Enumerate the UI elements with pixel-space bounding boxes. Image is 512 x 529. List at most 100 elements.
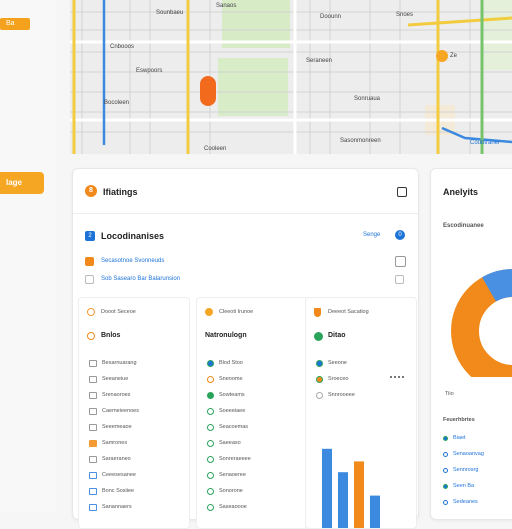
list-item[interactable]: Sowteams xyxy=(207,390,245,400)
column-card: Cleeoti Irunoe Natronulogn Blod Stoo Sne… xyxy=(196,297,308,529)
column-title: Ditao xyxy=(328,332,346,339)
bar-chart xyxy=(322,448,380,528)
map-label: Sonruaua xyxy=(354,96,381,102)
column-title-icon xyxy=(314,332,323,341)
list-item[interactable]: Sonreraeeee xyxy=(207,454,251,464)
checkbox[interactable] xyxy=(85,257,94,266)
status-dot-icon xyxy=(316,359,323,367)
status-dot-icon xyxy=(207,391,214,399)
legend-icon xyxy=(443,435,448,441)
status-dot-icon xyxy=(316,391,323,399)
legend-label: Biaet xyxy=(453,435,466,441)
list-item[interactable]: Ceeesesanee xyxy=(89,470,136,480)
rail-active-item[interactable]: Iage xyxy=(0,172,44,194)
list-item-label: Soeeeiaee xyxy=(219,408,246,414)
list-item[interactable]: Saseaoooe xyxy=(207,502,247,512)
list-item-label: Seeaneiue xyxy=(102,376,129,382)
list-item[interactable]: Snnrooeee xyxy=(316,390,355,400)
map-canvas xyxy=(70,0,512,154)
list-item[interactable]: Seeone xyxy=(316,358,347,368)
legend-item[interactable]: Sedeanes xyxy=(443,497,478,507)
list-item-label: Saeeaso xyxy=(219,440,241,446)
list-item[interactable]: Sonorone xyxy=(207,486,243,496)
column-title-icon xyxy=(87,332,95,340)
home-icon[interactable] xyxy=(397,187,407,197)
status-dot-icon xyxy=(207,439,214,447)
section-title: Locodinanises xyxy=(101,231,165,241)
list-item[interactable]: Saeeaso xyxy=(207,438,241,448)
map-view[interactable]: Sanaos Sounbaeu Doounn Snoes Cnbooos Esw… xyxy=(70,0,512,154)
legend-label: Senaoanvag xyxy=(453,451,484,457)
legend-icon xyxy=(443,467,448,473)
list-item-label: Sneoome xyxy=(219,376,243,382)
donut-marker xyxy=(497,317,507,325)
list-item-label: Saraeraneo xyxy=(102,456,131,462)
checkbox-label: Secasotnoe Svonneuds xyxy=(101,258,165,264)
list-item-label: Besarnuarang xyxy=(102,360,137,366)
map-label: Sasonmonreen xyxy=(340,138,381,144)
analytics-panel: Anelyits Escodinuanee Tiio Feuerhbrtes B… xyxy=(430,168,512,520)
column-card: Dooot Seceoe Bnlos Besarnuarang Seeaneiu… xyxy=(78,297,190,529)
legend-item[interactable]: Senaoanvag xyxy=(443,449,484,459)
list-item[interactable]: Sanannaers xyxy=(89,502,132,512)
status-dot-icon xyxy=(207,503,214,511)
column-header: Deeeot Sacatiog xyxy=(328,309,369,315)
map-label: Sounbaeu xyxy=(156,10,184,16)
main-panel: 8 Ifiatings 2 Locodinanises Senge 0 Seca… xyxy=(72,168,419,529)
list-item[interactable]: Srenaoroes xyxy=(89,390,130,400)
status-dot-icon xyxy=(207,407,214,415)
checkbox-icon xyxy=(89,487,97,495)
section-link[interactable]: Senge xyxy=(363,232,380,238)
checkbox-label: Sob Sasearo Bar Balarunsion xyxy=(101,276,181,282)
panel-title: Ifiatings xyxy=(103,187,138,197)
status-dot-icon xyxy=(207,471,214,479)
section-badge: 2 xyxy=(85,231,95,241)
column-card: Deeeot Sacatiog Ditao Seeone Sroeceo Snn… xyxy=(305,297,417,529)
list-item-label: Caemeieenoes xyxy=(102,408,139,414)
list-item[interactable]: Saraeraneo xyxy=(89,454,131,464)
status-dot-icon xyxy=(207,423,214,431)
status-dot-icon xyxy=(207,359,214,367)
bar xyxy=(338,472,348,528)
shield-icon xyxy=(314,308,321,317)
list-item[interactable]: Seeemeaoe xyxy=(89,422,132,432)
settings-icon[interactable] xyxy=(395,256,406,267)
column-header-icon xyxy=(205,308,213,316)
checkbox-icon xyxy=(89,391,97,399)
legend-item[interactable]: Sennrosrg xyxy=(443,465,478,475)
more-icon[interactable] xyxy=(390,376,404,380)
status-dot-icon xyxy=(207,455,214,463)
list-item[interactable]: Senaoeree xyxy=(207,470,246,480)
list-item-label: Sowteams xyxy=(219,392,245,398)
legend-item[interactable]: Biaet xyxy=(443,433,466,443)
list-item[interactable]: Bonc Sosiiee xyxy=(89,486,134,496)
legend-title: Feuerhbrtes xyxy=(443,417,475,423)
list-item-label: Blod Stoo xyxy=(219,360,243,366)
section-link-badge[interactable]: 0 xyxy=(395,230,405,240)
list-item[interactable]: Soeeeiaee xyxy=(207,406,245,416)
checkbox[interactable] xyxy=(395,275,404,284)
list-item-label: Snnrooeee xyxy=(328,392,355,398)
list-item[interactable]: Seacoemas xyxy=(207,422,248,432)
checkbox[interactable] xyxy=(85,275,94,284)
map-pin-icon[interactable] xyxy=(436,50,448,62)
rail-top-badge[interactable]: Ba xyxy=(0,18,30,30)
column-title: Natronulogn xyxy=(205,332,247,339)
checkbox-icon xyxy=(89,423,97,431)
map-pin-icon[interactable] xyxy=(200,76,216,106)
map-label: Coubtraner xyxy=(470,140,501,146)
legend-label: Sedeanes xyxy=(453,499,478,505)
legend-item[interactable]: Seen Ba xyxy=(443,481,474,491)
checkbox-icon xyxy=(89,407,97,415)
list-item[interactable]: Sneoome xyxy=(207,374,243,384)
list-item[interactable]: Samrones xyxy=(89,438,127,448)
list-item[interactable]: Caemeieenoes xyxy=(89,406,139,416)
list-item[interactable]: Besarnuarang xyxy=(89,358,137,368)
list-item[interactable]: Sroeceo xyxy=(316,374,349,384)
list-item-label: Ceeesesanee xyxy=(102,472,136,478)
list-item[interactable]: Blod Stoo xyxy=(207,358,243,368)
list-item[interactable]: Seeaneiue xyxy=(89,374,128,384)
map-label: Seraneen xyxy=(306,58,333,64)
checkbox-icon xyxy=(89,359,97,367)
status-dot-icon xyxy=(316,375,323,383)
